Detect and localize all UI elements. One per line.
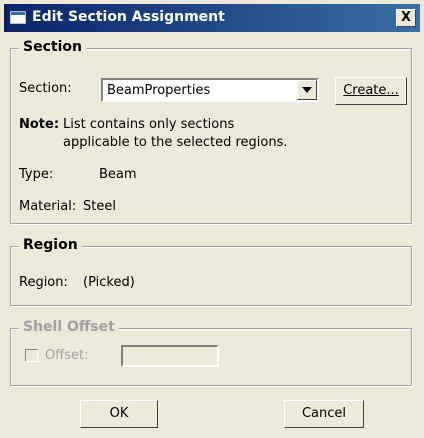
type-value: Beam — [99, 167, 137, 182]
create-button[interactable]: Create... — [335, 77, 407, 105]
section-group: Section Section: BeamProperties Create..… — [10, 39, 412, 224]
note-line-2: applicable to the selected regions. — [63, 135, 288, 150]
section-label: Section: — [19, 81, 72, 96]
region-label: Region: — [19, 275, 68, 290]
offset-checkbox[interactable] — [25, 349, 38, 362]
cancel-button[interactable]: Cancel — [284, 400, 364, 428]
region-group: Region Region: (Picked) — [10, 237, 412, 306]
edit-section-assignment-dialog: Edit Section Assignment X Section Sectio… — [0, 0, 424, 438]
title-bar[interactable]: Edit Section Assignment X — [4, 4, 420, 32]
offset-input[interactable] — [121, 345, 219, 367]
region-group-title: Region — [19, 237, 82, 253]
material-label: Material: — [19, 199, 77, 214]
ok-button[interactable]: OK — [80, 400, 158, 428]
close-button[interactable]: X — [396, 9, 416, 27]
note-label: Note: — [19, 117, 60, 132]
type-label: Type: — [19, 167, 54, 182]
offset-label: Offset: — [45, 348, 89, 363]
section-group-title: Section — [19, 39, 86, 55]
material-value: Steel — [83, 199, 116, 214]
shell-offset-group: Shell Offset Offset: — [10, 319, 412, 386]
section-dropdown[interactable]: BeamProperties — [101, 78, 319, 102]
note-line-1: List contains only sections — [63, 117, 235, 132]
chevron-down-icon[interactable] — [297, 80, 317, 100]
shell-offset-group-title: Shell Offset — [19, 319, 119, 335]
section-dropdown-value: BeamProperties — [107, 83, 211, 98]
window-icon — [10, 11, 26, 24]
dialog-title: Edit Section Assignment — [32, 9, 225, 25]
region-value: (Picked) — [83, 275, 135, 290]
